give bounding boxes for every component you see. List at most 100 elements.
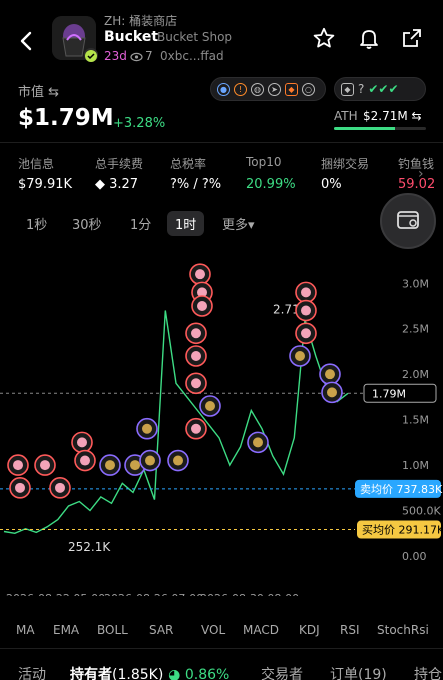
verified-badge-icon bbox=[84, 48, 98, 62]
trade-marker-dot bbox=[325, 369, 335, 380]
y-tick-label: 2.0M bbox=[402, 368, 429, 381]
timeframe-tab-active[interactable]: 1时 bbox=[167, 211, 205, 236]
trade-marker-dot bbox=[142, 423, 152, 434]
star-icon[interactable] bbox=[312, 26, 336, 50]
stat-label[interactable]: 总税率 bbox=[170, 155, 206, 172]
market-cap-change: +3.28% bbox=[113, 116, 166, 131]
timeframe-more[interactable]: 更多▾ bbox=[222, 214, 255, 233]
tab-count: 1.85K bbox=[117, 667, 158, 680]
ath-label: ATH bbox=[334, 109, 358, 123]
market-cap-value: $1.79M bbox=[18, 105, 114, 131]
tab-label: 持仓 bbox=[414, 667, 442, 680]
user-icon[interactable]: ● bbox=[217, 82, 230, 96]
y-tick-label: 1.5M bbox=[402, 414, 429, 427]
fox-icon[interactable]: ◆ bbox=[285, 82, 298, 96]
trade-marker-dot bbox=[130, 460, 140, 471]
x-tick-label: 2026-08-30 08:00 bbox=[200, 592, 299, 596]
contract-address[interactable]: 0xbc...ffad bbox=[160, 49, 224, 63]
tab-traders[interactable]: 交易者 bbox=[261, 664, 303, 680]
price-chart[interactable]: 3.0M 2.5M 2.0M 1.5M 1.0M 500.0K 0.00 2026-08-22… bbox=[0, 236, 443, 596]
indicator-rsi[interactable]: RSI bbox=[340, 623, 360, 637]
trade-marker-dot bbox=[301, 328, 311, 339]
wallet-float-button[interactable] bbox=[380, 193, 436, 249]
indicator-ema[interactable]: EMA bbox=[53, 623, 79, 637]
stat-value: 0% bbox=[321, 177, 342, 192]
trade-marker-dot bbox=[15, 482, 25, 493]
chevron-right-icon[interactable]: › bbox=[418, 166, 424, 182]
y-tick-label: 3.0M bbox=[402, 277, 429, 290]
trade-marker-dot bbox=[40, 460, 50, 471]
trade-marker-dot bbox=[197, 301, 207, 311]
tab-label: 订单 bbox=[330, 667, 358, 680]
trade-marker-dot bbox=[191, 328, 201, 339]
shield-icon: ◆ bbox=[341, 82, 354, 96]
sell-avg-label: 卖均价 737.83K bbox=[360, 483, 443, 496]
indicator-vol[interactable]: VOL bbox=[201, 623, 225, 637]
tab-label: 活动 bbox=[18, 667, 46, 680]
divider bbox=[0, 142, 443, 143]
back-icon[interactable] bbox=[14, 28, 40, 54]
tab-label: 持有者 bbox=[70, 667, 112, 680]
y-tick-label: 1.0M bbox=[402, 459, 429, 472]
search-icon[interactable]: ○ bbox=[302, 82, 315, 96]
tab-activity[interactable]: 活动 bbox=[18, 664, 46, 680]
check-icon: ✔✔✔ bbox=[368, 82, 399, 96]
indicator-boll[interactable]: BOLL bbox=[97, 623, 128, 637]
stat-value: 20.99% bbox=[246, 177, 296, 192]
ath-progress-bar bbox=[334, 127, 426, 130]
security-pill[interactable]: ◆ ? ✔✔✔ bbox=[334, 77, 426, 101]
token-detail-screen: ZH: 桶装商店 Bucket Bucket Shop 23d 7 0xbc..… bbox=[0, 0, 443, 680]
trade-marker-dot bbox=[327, 387, 337, 398]
unknown-icon: ? bbox=[358, 82, 365, 96]
x-tick-label: 2026-08-22 05:00 bbox=[6, 592, 105, 596]
holders-pct-value: 0.86% bbox=[184, 667, 230, 680]
stat-value: $79.91K bbox=[18, 177, 73, 192]
timeframe-tab[interactable]: 30秒 bbox=[72, 214, 102, 233]
token-subname: Bucket Shop bbox=[157, 30, 233, 44]
trade-marker-dot bbox=[295, 351, 305, 361]
trade-marker-dot bbox=[253, 437, 263, 448]
timeframe-tab[interactable]: 1秒 bbox=[26, 214, 47, 233]
indicator-ma[interactable]: MA bbox=[16, 623, 35, 637]
divider bbox=[0, 648, 443, 649]
token-age: 23d bbox=[104, 49, 127, 63]
tab-count: 19 bbox=[363, 667, 382, 680]
stat-label[interactable]: 捆绑交易 bbox=[321, 155, 369, 172]
holders-pct: ◕ 0.86% bbox=[168, 667, 229, 680]
indicator-stochrsi[interactable]: StochRsi bbox=[377, 623, 429, 637]
x-tick-label: 2026-08-26 07:00 bbox=[104, 592, 203, 596]
globe-icon[interactable]: ◍ bbox=[251, 82, 264, 96]
stat-label[interactable]: 池信息 bbox=[18, 155, 54, 172]
tab-positions[interactable]: 持仓 bbox=[414, 664, 443, 680]
indicator-sar[interactable]: SAR bbox=[149, 623, 173, 637]
current-price-label: 1.79M bbox=[372, 387, 406, 400]
token-zh-name: ZH: 桶装商店 bbox=[104, 14, 178, 28]
buy-avg-label: 买均价 291.17K bbox=[362, 524, 443, 537]
trade-marker-dot bbox=[145, 455, 155, 466]
timeframe-tab[interactable]: 1分 bbox=[130, 214, 151, 233]
trade-marker-dot bbox=[55, 482, 65, 493]
ath-value: $2.71M ⇆ bbox=[363, 109, 422, 123]
social-links-pill[interactable]: ● ! ◍ ➤ ◆ ○ bbox=[210, 77, 326, 101]
bell-icon[interactable] bbox=[357, 26, 381, 50]
y-tick-label: 2.5M bbox=[402, 323, 429, 336]
telegram-icon[interactable]: ➤ bbox=[268, 82, 281, 96]
stat-label[interactable]: 总手续费 bbox=[95, 155, 143, 172]
warning-icon[interactable]: ! bbox=[234, 82, 247, 96]
share-icon[interactable] bbox=[400, 26, 424, 50]
tab-holders[interactable]: 持有者(1.85K) ◕ 0.86% bbox=[70, 664, 229, 680]
trade-marker-dot bbox=[77, 437, 87, 448]
market-cap-label[interactable]: 市值 ⇆ bbox=[18, 81, 59, 100]
ath-progress-fill bbox=[334, 127, 395, 130]
trade-marker-dot bbox=[105, 460, 115, 471]
watch-count: 7 bbox=[145, 49, 153, 63]
indicator-macd[interactable]: MACD bbox=[243, 623, 279, 637]
indicator-kdj[interactable]: KDJ bbox=[299, 623, 320, 637]
trade-marker-dot bbox=[205, 401, 215, 411]
trade-marker-dot bbox=[191, 378, 201, 389]
y-tick-label: 0.00 bbox=[402, 550, 427, 563]
tab-orders[interactable]: 订单(19) bbox=[330, 664, 387, 680]
stat-value: ◆ 3.27 bbox=[95, 177, 139, 192]
stat-label[interactable]: Top10 bbox=[246, 155, 282, 169]
y-tick-label: 500.0K bbox=[402, 505, 441, 518]
